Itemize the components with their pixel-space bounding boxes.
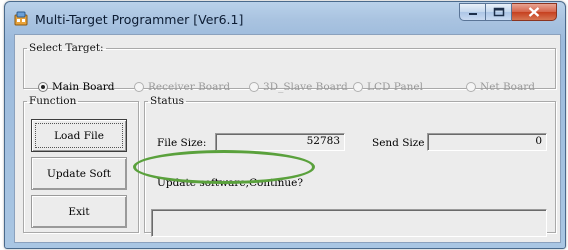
close-icon xyxy=(528,7,540,17)
function-legend: Function xyxy=(29,95,77,107)
exit-label: Exit xyxy=(68,205,90,218)
load-file-button[interactable]: Load File xyxy=(31,119,127,152)
send-size-field: 0 xyxy=(427,133,547,151)
radio-label: Main Board xyxy=(52,81,115,93)
radio-main-board[interactable]: Main Board xyxy=(38,81,115,93)
title-bar[interactable]: Multi-Target Programmer [Ver6.1] xyxy=(5,2,565,36)
radio-empty-icon xyxy=(134,82,144,92)
radio-label: Net Board xyxy=(480,81,535,93)
caption-buttons xyxy=(459,3,557,21)
radio-empty-icon xyxy=(353,82,363,92)
file-size-field: 52783 xyxy=(215,133,345,151)
focus-rect xyxy=(35,123,123,148)
exit-button[interactable]: Exit xyxy=(31,195,127,228)
radio-selected-icon xyxy=(38,82,48,92)
radio-receiver-board[interactable]: Receiver Board xyxy=(134,81,230,93)
radio-net-board[interactable]: Net Board xyxy=(466,81,535,93)
radio-empty-icon xyxy=(249,82,259,92)
radio-label: Receiver Board xyxy=(148,81,231,93)
radio-3d-slave-board[interactable]: 3D_Slave Board xyxy=(249,81,348,93)
radio-empty-icon xyxy=(466,82,476,92)
select-target-group: Select Target: Main Board Receiver Board… xyxy=(23,42,556,93)
function-group: Function Load File Update Soft Exit xyxy=(23,95,139,233)
maximize-icon xyxy=(493,7,504,17)
update-soft-button[interactable]: Update Soft xyxy=(31,157,127,190)
minimize-icon xyxy=(468,13,477,15)
dialog-client-area: Select Target: Main Board Receiver Board… xyxy=(14,34,561,243)
close-button[interactable] xyxy=(512,3,557,21)
message-output-box xyxy=(151,209,547,237)
maximize-button[interactable] xyxy=(486,3,512,21)
update-soft-label: Update Soft xyxy=(47,167,111,180)
select-target-legend: Select Target: xyxy=(29,42,104,54)
status-group: Status File Size: 52783 Send Size 0 Upda… xyxy=(144,95,556,237)
radio-lcd-panel[interactable]: LCD Panel xyxy=(353,81,423,93)
send-size-label: Send Size xyxy=(372,137,425,149)
status-message: Update software,Continue? xyxy=(157,177,304,189)
status-legend: Status xyxy=(150,95,185,107)
minimize-button[interactable] xyxy=(459,3,486,21)
window-title: Multi-Target Programmer [Ver6.1] xyxy=(35,12,244,27)
file-size-label: File Size: xyxy=(157,137,207,149)
app-window: Multi-Target Programmer [Ver6.1] Select … xyxy=(4,1,566,249)
radio-label: LCD Panel xyxy=(367,81,423,93)
radio-label: 3D_Slave Board xyxy=(263,81,348,93)
app-icon xyxy=(14,11,28,26)
